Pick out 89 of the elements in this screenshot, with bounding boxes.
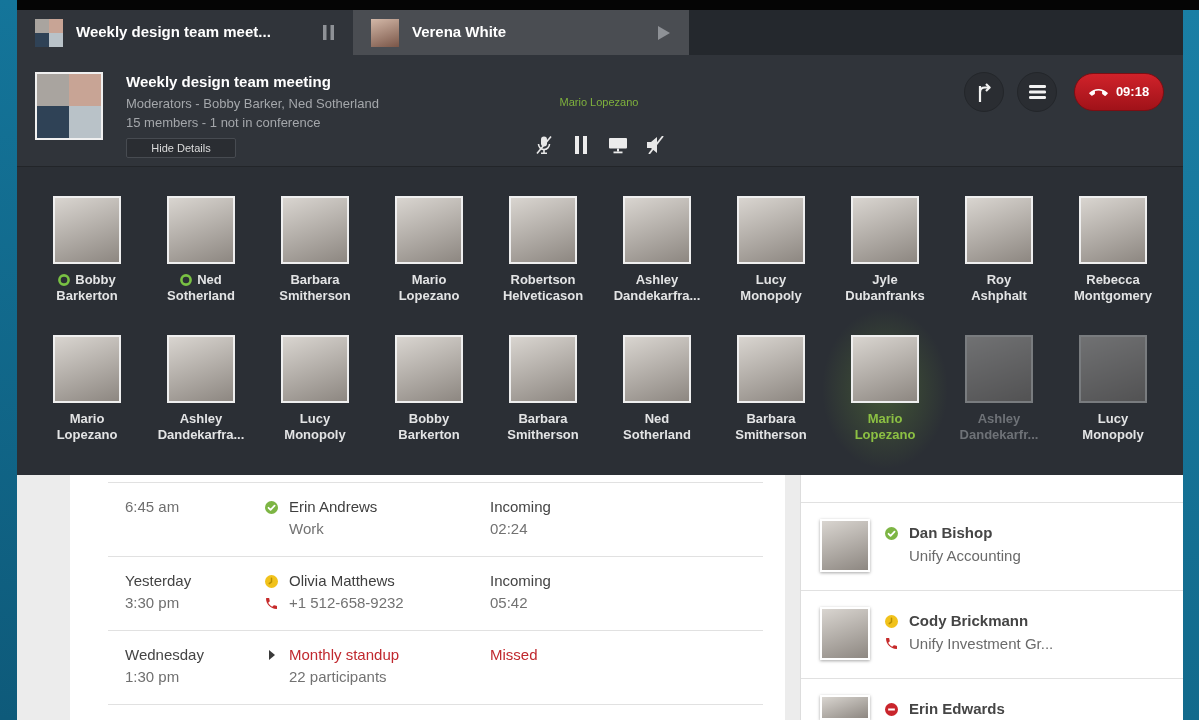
play-icon[interactable] (658, 25, 670, 40)
menu-button[interactable] (1017, 72, 1057, 112)
moderators-text: Moderators - Bobby Barker, Ned Sotherland (126, 95, 379, 113)
members-text: 15 members - 1 not in conference (126, 114, 321, 132)
participant-last-name: Monopoly (1082, 427, 1144, 443)
contact-name: Cody Brickmann (909, 611, 1029, 631)
group-photo-placeholder (35, 72, 103, 140)
participant-first-name: Ned (197, 272, 222, 288)
participant-last-name: Barkerton (398, 427, 460, 443)
call-time: 6:45 am (125, 497, 180, 517)
phone-hang-up-icon (1088, 88, 1108, 96)
check-circle-icon (265, 500, 278, 514)
participant-last-name: Dandekarfr... (959, 427, 1039, 443)
transfer-button[interactable] (964, 72, 1004, 112)
participant-first-name: Ned (644, 411, 670, 427)
check-circle-icon (885, 526, 898, 540)
participant-last-name: Barkerton (56, 288, 118, 304)
call-direction: Missed (490, 645, 538, 665)
caller-detail: Work (289, 519, 324, 539)
call-direction: Incoming (490, 571, 551, 591)
microphone-off-icon[interactable] (534, 136, 553, 154)
participant-first-name: Barbara (518, 411, 568, 427)
participant-last-name: Dubanfranks (845, 288, 925, 304)
contact-company: Unify Accounting (909, 546, 1021, 566)
participant-first-name: Jyle (872, 272, 898, 288)
call-tab[interactable]: Verena White (353, 10, 689, 55)
participant-last-name: Sotherland (623, 427, 691, 443)
participant-last-name: Sotherland (167, 288, 235, 304)
conference-title: Weekly design team meeting (126, 72, 331, 92)
participant-first-name: Roy (986, 272, 1012, 288)
participant-first-name: Bobby (75, 272, 116, 288)
call-duration: 05:42 (490, 593, 528, 613)
monitor-icon[interactable] (608, 136, 627, 154)
participant-last-name: Helveticason (502, 288, 584, 304)
participant-last-name: Dandekarfra... (157, 427, 245, 443)
call-day: Yesterday (125, 570, 192, 592)
photo-placeholder (371, 18, 399, 47)
avatar-photo-placeholder (820, 519, 870, 572)
hide-details-button[interactable]: Hide Details (126, 138, 236, 158)
clock-icon (265, 574, 278, 588)
call-tab[interactable]: Weekly design team meet... (17, 10, 353, 55)
end-call-button[interactable]: 09:18 (1074, 73, 1164, 111)
clock-icon (885, 614, 898, 628)
participant-first-name: Ashley (635, 272, 679, 288)
participant-last-name: Lopezano (398, 288, 460, 304)
participant-first-name: Mario (867, 411, 903, 427)
call-duration: 02:24 (490, 519, 528, 539)
call-direction: Incoming (490, 497, 551, 517)
participant-last-name: Smitherson (279, 288, 351, 304)
participant-first-name: Bobby (408, 411, 450, 427)
participant-last-name: Lopezano (56, 427, 118, 443)
caller-name: Monthly standup (289, 645, 400, 665)
call-time: 1:30 pm (125, 667, 180, 687)
participant-first-name: Rebecca (1086, 272, 1140, 288)
active-speaker-name: Mario Lopezano (559, 95, 639, 109)
caller-name: Erin Andrews (289, 497, 378, 517)
caller-detail: 22 participants (289, 667, 387, 687)
minus-circle-icon (885, 702, 898, 716)
participant-first-name: Lucy (299, 411, 331, 427)
participant-first-name: Mario (69, 411, 105, 427)
participant-last-name: Monopoly (740, 288, 802, 304)
caller-detail: +1 512-658-9232 (289, 593, 404, 613)
speaker-off-icon[interactable] (645, 136, 664, 154)
caret-icon[interactable] (268, 650, 275, 660)
participant-first-name: Barbara (746, 411, 796, 427)
participant-first-name: Ashley (179, 411, 223, 427)
contact-name: Erin Edwards (909, 699, 1005, 719)
participant-last-name: Montgomery (1074, 288, 1152, 304)
group-photo-placeholder (35, 18, 63, 47)
participant-first-name: Barbara (290, 272, 340, 288)
participant-first-name: Ashley (977, 411, 1021, 427)
participant-last-name: Dandekarfra... (613, 288, 701, 304)
participant-last-name: Lopezano (854, 427, 916, 443)
participant-last-name: Smitherson (735, 427, 807, 443)
participant-first-name: Robertson (510, 272, 576, 288)
participant-last-name: Smitherson (507, 427, 579, 443)
contact-company: Unify Investment Gr... (909, 634, 1054, 654)
caller-name: Olivia Matthews (289, 571, 395, 591)
participant-first-name: Mario (411, 272, 447, 288)
participant-first-name: Lucy (1097, 411, 1129, 427)
turn-right-arrow-icon (977, 82, 991, 102)
participant-first-name: Lucy (755, 272, 787, 288)
participant-last-name: Monopoly (284, 427, 346, 443)
call-day: Wednesday (125, 644, 204, 666)
contact-name: Dan Bishop (909, 523, 993, 543)
call-time: 3:30 pm (125, 593, 180, 613)
participant-last-name: Ashphalt (971, 288, 1027, 304)
menu-icon (1028, 85, 1046, 99)
avatar-photo-placeholder (820, 607, 870, 660)
